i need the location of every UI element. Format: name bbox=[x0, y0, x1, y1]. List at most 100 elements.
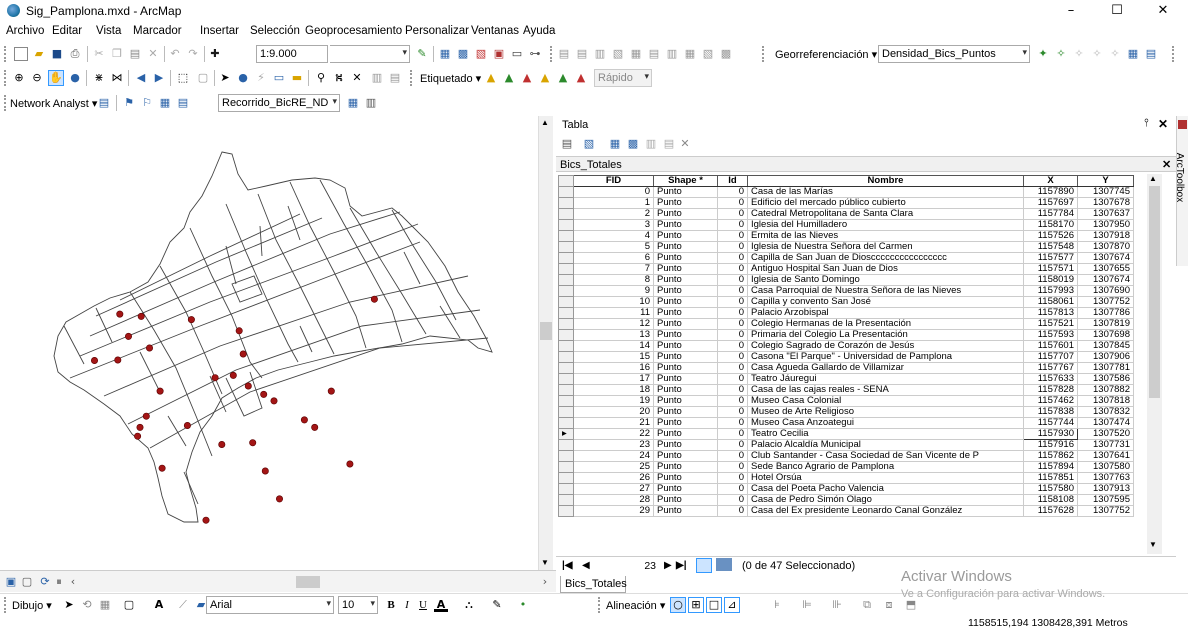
cell-id[interactable]: 0 bbox=[717, 472, 748, 484]
column-header-x[interactable]: X bbox=[1023, 175, 1078, 187]
pan-icon[interactable]: ✋ bbox=[48, 70, 64, 86]
refresh-icon[interactable]: ⟳ bbox=[38, 575, 52, 589]
table-row[interactable]: 21 Punto 0 Museo Casa Anzoategui 1157744 1307… bbox=[558, 417, 1134, 429]
cell-id[interactable]: 0 bbox=[717, 384, 748, 396]
row-selector[interactable] bbox=[558, 285, 574, 297]
cell-shape[interactable]: Punto bbox=[653, 329, 718, 341]
align-left-icon[interactable]: ⊧ bbox=[770, 598, 784, 612]
cell-x[interactable]: 1157526 bbox=[1023, 230, 1078, 242]
scroll-left-icon[interactable]: ‹ bbox=[66, 575, 80, 589]
row-selector[interactable] bbox=[558, 208, 574, 220]
cell-y[interactable]: 1307870 bbox=[1077, 241, 1134, 253]
bic-point-marker[interactable] bbox=[146, 344, 154, 352]
cell-shape[interactable]: Punto bbox=[653, 340, 718, 352]
menu-personalizar[interactable]: Personalizar bbox=[405, 25, 469, 37]
cell-shape[interactable]: Punto bbox=[653, 483, 718, 495]
cell-id[interactable]: 0 bbox=[717, 296, 748, 308]
cell-shape[interactable]: Punto bbox=[653, 252, 718, 264]
first-record-icon[interactable]: |◀ bbox=[562, 560, 573, 571]
bic-point-marker[interactable] bbox=[136, 423, 144, 431]
cell-y[interactable]: 1307586 bbox=[1077, 373, 1134, 385]
cell-x[interactable]: 1157894 bbox=[1023, 461, 1078, 473]
cell-shape[interactable]: Punto bbox=[653, 472, 718, 484]
table-scrollbar[interactable]: ▲ ▼ bbox=[1147, 174, 1162, 554]
copy-icon[interactable]: ❐ bbox=[110, 47, 124, 61]
scale-dropdown[interactable]: ▾ bbox=[330, 45, 410, 63]
cell-id[interactable]: 0 bbox=[717, 230, 748, 242]
cell-nombre[interactable]: Museo de Arte Religioso bbox=[747, 406, 1024, 418]
cell-shape[interactable]: Punto bbox=[653, 274, 718, 286]
bic-point-marker[interactable] bbox=[158, 464, 166, 472]
select-elements-icon[interactable]: ➤ bbox=[62, 598, 76, 612]
georef-tool-7-icon[interactable]: ▥ bbox=[665, 47, 679, 61]
select-elements-icon[interactable]: ➤ bbox=[218, 71, 232, 85]
cell-shape[interactable]: Punto bbox=[653, 307, 718, 319]
cell-fid[interactable]: 14 bbox=[573, 340, 654, 352]
zoom-to-selected-link-icon[interactable]: ✧ bbox=[1072, 47, 1086, 61]
fixed-zoom-out-icon[interactable]: ⋈ bbox=[110, 71, 124, 85]
map-canvas[interactable] bbox=[0, 116, 538, 570]
cell-x[interactable]: 1157838 bbox=[1023, 406, 1078, 418]
cell-shape[interactable]: Punto bbox=[653, 186, 718, 198]
cell-y[interactable]: 1307678 bbox=[1077, 197, 1134, 209]
cell-nombre[interactable]: Ermita de las Nieves bbox=[747, 230, 1024, 242]
row-selector[interactable] bbox=[558, 318, 574, 330]
bic-point-marker[interactable] bbox=[235, 327, 243, 335]
row-selector[interactable] bbox=[558, 417, 574, 429]
column-header-id[interactable]: Id bbox=[717, 175, 748, 187]
cell-nombre[interactable]: Palacio Alcaldía Municipal bbox=[747, 439, 1024, 451]
row-selector[interactable] bbox=[558, 340, 574, 352]
table-options-icon[interactable]: ▤ bbox=[560, 137, 574, 151]
cell-y[interactable]: 1307655 bbox=[1077, 263, 1134, 275]
cell-shape[interactable]: Punto bbox=[653, 461, 718, 473]
cell-y[interactable]: 1307882 bbox=[1077, 384, 1134, 396]
delete-link-icon[interactable]: ✧ bbox=[1090, 47, 1104, 61]
georef-tool-2-icon[interactable]: ▤ bbox=[575, 47, 589, 61]
cell-shape[interactable]: Punto bbox=[653, 439, 718, 451]
cell-fid[interactable]: 8 bbox=[573, 274, 654, 286]
georef-tool-6-icon[interactable]: ▤ bbox=[647, 47, 661, 61]
close-tab-icon[interactable]: ✕ bbox=[1162, 158, 1171, 171]
cell-y[interactable]: 1307819 bbox=[1077, 318, 1134, 330]
table-row[interactable]: 11 Punto 0 Palacio Arzobispal 1157813 1307786 bbox=[558, 307, 1134, 319]
cell-shape[interactable]: Punto bbox=[653, 505, 718, 517]
cell-nombre[interactable]: Antiguo Hospital San Juan de Dios bbox=[747, 263, 1024, 275]
create-viewer-window-icon[interactable]: ▤ bbox=[388, 71, 402, 85]
cell-nombre[interactable]: Casa de las cajas reales - SENA bbox=[747, 384, 1024, 396]
drawing-menu[interactable]: Dibujo ▾ bbox=[12, 599, 52, 612]
bold-icon[interactable]: B bbox=[384, 598, 398, 612]
redo-icon[interactable]: ↷ bbox=[186, 47, 200, 61]
cell-nombre[interactable]: Museo Casa Anzoategui bbox=[747, 417, 1024, 429]
cell-nombre[interactable]: Casa de las Marías bbox=[747, 186, 1024, 198]
open-folder-icon[interactable]: ▰ bbox=[32, 47, 46, 61]
alignment-menu[interactable]: Alineación ▾ bbox=[606, 599, 665, 612]
find-icon[interactable]: ⚲ bbox=[314, 71, 328, 85]
bic-point-marker[interactable] bbox=[187, 316, 195, 324]
row-selector[interactable] bbox=[558, 274, 574, 286]
cell-shape[interactable]: Punto bbox=[653, 230, 718, 242]
cell-fid[interactable]: 26 bbox=[573, 472, 654, 484]
cell-x[interactable]: 1157828 bbox=[1023, 384, 1078, 396]
table-row[interactable]: 13 Punto 0 Primaria del Colegio La Presenta… bbox=[558, 329, 1134, 341]
cell-id[interactable]: 0 bbox=[717, 186, 748, 198]
table-row[interactable]: 20 Punto 0 Museo de Arte Religioso 1157838 13… bbox=[558, 406, 1134, 418]
cell-nombre[interactable]: Casona "El Parque" - Universidad de Pamp… bbox=[747, 351, 1024, 363]
cell-id[interactable]: 0 bbox=[717, 252, 748, 264]
bic-point-marker[interactable] bbox=[261, 467, 269, 475]
table-row[interactable]: 10 Punto 0 Capilla y convento San José 11580… bbox=[558, 296, 1134, 308]
bottom-table-tab[interactable]: Bics_Totales bbox=[560, 576, 627, 593]
column-header-shape[interactable]: Shape * bbox=[653, 175, 718, 187]
italic-icon[interactable]: I bbox=[400, 598, 414, 612]
cell-y[interactable]: 1307580 bbox=[1077, 461, 1134, 473]
rectangle-icon[interactable]: ▢ bbox=[122, 598, 136, 612]
network-analyst-menu[interactable]: Network Analyst ▾ bbox=[10, 97, 97, 110]
row-selector[interactable] bbox=[558, 395, 574, 407]
cell-y[interactable]: 1307752 bbox=[1077, 505, 1134, 517]
lock-labels-icon[interactable]: ▲ bbox=[538, 71, 552, 85]
paste-icon[interactable]: ▤ bbox=[128, 47, 142, 61]
table-row[interactable]: 29 Punto 0 Casa del Ex presidente Leonardo … bbox=[558, 505, 1134, 517]
cell-nombre[interactable]: Casa Águeda Gallardo de Villamizar bbox=[747, 362, 1024, 374]
font-combo[interactable]: Arial ▾ bbox=[206, 596, 334, 614]
table-row[interactable]: 9 Punto 0 Casa Parroquial de Nuestra Señora… bbox=[558, 285, 1134, 297]
minimize-button[interactable]: – bbox=[1048, 0, 1094, 22]
